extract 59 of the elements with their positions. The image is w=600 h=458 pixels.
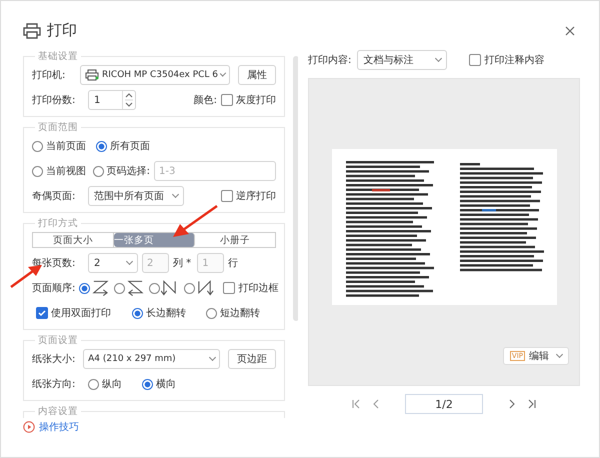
radio-button[interactable]: 长边翻转: [132, 306, 186, 320]
radio-button[interactable]: 所有页面: [96, 139, 156, 153]
field-label: 奇偶页面:: [32, 190, 76, 203]
reverse-order-checkbox[interactable]: 逆序打印: [221, 189, 276, 203]
print-annotations-checkbox[interactable]: 打印注释内容: [469, 53, 544, 67]
close-icon: [565, 26, 575, 36]
field-label: 纸张大小:: [32, 352, 76, 366]
page-range-field[interactable]: 1-3: [154, 161, 276, 181]
page-order-icon: [91, 279, 110, 297]
tips-link[interactable]: 操作技巧: [23, 420, 79, 434]
play-icon: [23, 421, 35, 433]
page-order-option[interactable]: [114, 279, 144, 297]
page-order-option[interactable]: [184, 279, 214, 297]
field-label: 打印内容:: [308, 54, 352, 67]
pages-per-sheet-dropdown[interactable]: 2: [88, 253, 138, 273]
section-title: 打印方式: [37, 217, 79, 230]
section-title: 内容设置: [37, 405, 79, 418]
first-page-icon: [351, 399, 361, 409]
field-label: 列 *: [173, 257, 192, 270]
duplex-checkbox[interactable]: 使用双面打印: [36, 306, 128, 320]
field-label: 行: [228, 257, 238, 270]
radio-button[interactable]: 当前页面: [32, 139, 92, 153]
field-label: 颜色:: [194, 94, 217, 107]
caret-icon: [220, 70, 226, 77]
page-number-field[interactable]: 1/2: [405, 394, 483, 414]
page-order-icon: [126, 279, 144, 297]
section-title: 页面设置: [37, 334, 79, 347]
radio-button[interactable]: 纵向: [88, 377, 122, 391]
printer-dropdown[interactable]: RICOH MP C3504ex PCL 6: [80, 65, 230, 85]
print-content-dropdown[interactable]: 文档与标注: [357, 50, 448, 70]
dialog-title: 打印: [47, 21, 77, 40]
grayscale-checkbox[interactable]: 灰度打印: [221, 93, 276, 107]
field-label: 打印机:: [32, 68, 66, 82]
check-icon: [37, 308, 47, 318]
margins-button[interactable]: 页边距: [228, 349, 276, 369]
last-page-icon: [527, 399, 537, 409]
radio-button[interactable]: 短边翻转: [206, 306, 260, 320]
close-button[interactable]: [563, 24, 577, 38]
printer-icon: [85, 69, 99, 81]
spinner-arrows-icon: [125, 91, 133, 109]
field-label: 页面顺序:: [32, 282, 76, 295]
paper-size-dropdown[interactable]: A4 (210 x 297 mm): [83, 349, 220, 369]
radio-button[interactable]: 当前视图: [32, 164, 89, 178]
copies-field[interactable]: 1: [88, 90, 136, 110]
radio-button[interactable]: 横向: [142, 377, 176, 391]
field-label: 打印份数:: [32, 94, 76, 107]
field-label: 纸张方向:: [32, 378, 76, 391]
section-title: 页面范围: [37, 121, 79, 134]
chevron-right-icon: [507, 399, 517, 409]
odd-even-dropdown[interactable]: 范围中所有页面: [88, 186, 184, 206]
page-order-option[interactable]: [79, 279, 110, 297]
chevron-left-icon: [371, 399, 381, 409]
radio-button[interactable]: 页码选择:: [92, 164, 150, 178]
page-order-icon: [196, 279, 214, 297]
scrollbar-thumb[interactable]: [293, 56, 298, 321]
properties-button[interactable]: 属性: [238, 65, 276, 85]
printer-icon: [23, 22, 41, 38]
section-title: 基础设置: [37, 50, 79, 63]
print-border-checkbox[interactable]: 打印边框: [223, 281, 278, 295]
